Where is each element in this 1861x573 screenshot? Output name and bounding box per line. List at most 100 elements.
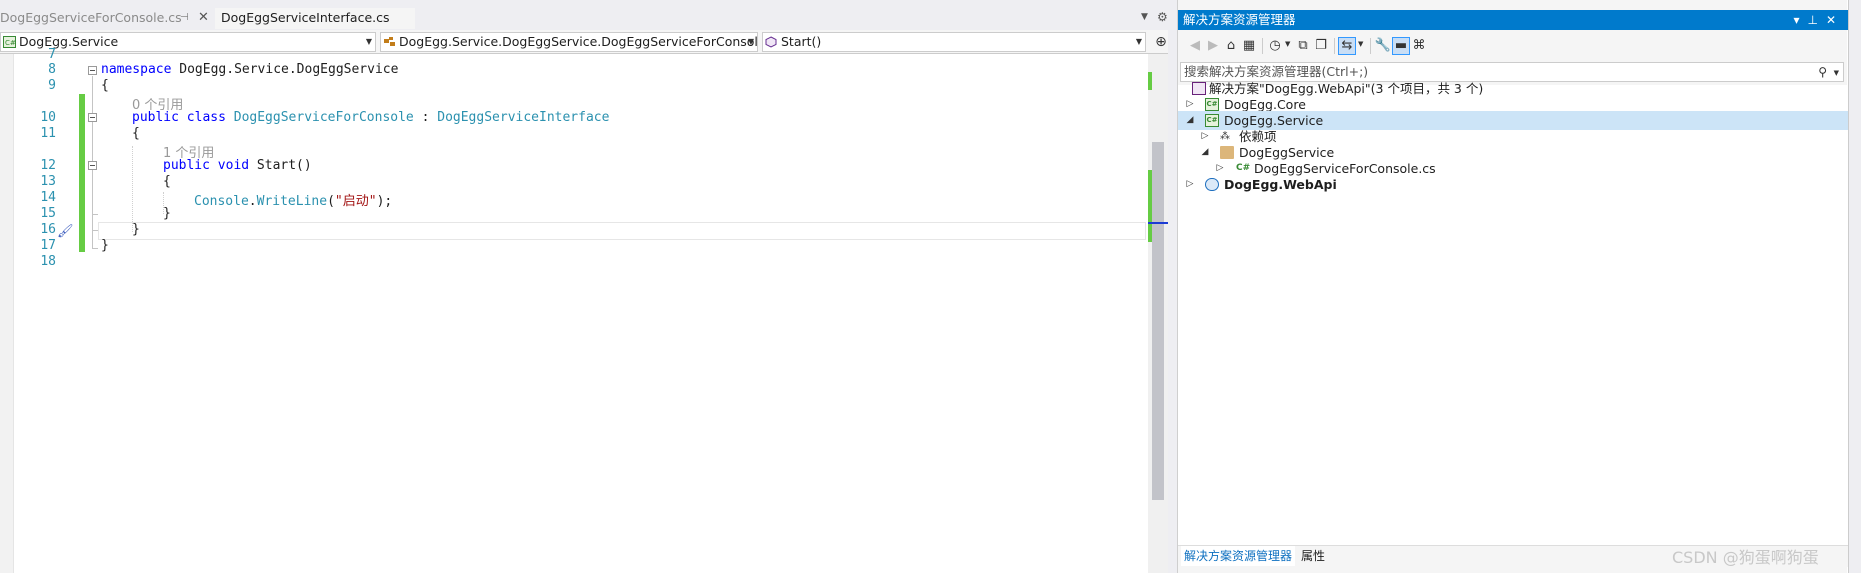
solution-tree: 解决方案"DogEgg.WebApi"(3 个项目，共 3 个) ▷ C# Do… [1178, 81, 1848, 545]
change-indicator-bar [79, 174, 85, 252]
show-all-files-icon[interactable]: ❐ [1312, 37, 1330, 55]
csharp-file-icon: C# [1236, 163, 1251, 173]
line-number: 8 [48, 62, 56, 77]
back-icon[interactable]: ◀ [1186, 37, 1204, 55]
dot: . [248, 194, 257, 209]
method-name: Start() [249, 158, 312, 173]
code-area[interactable]: 7 8 9 10 11 12 13 14 15 16 17 18 🖌 names… [0, 47, 1150, 573]
code-line-17: } [101, 238, 109, 253]
chevron-down-icon[interactable]: ▼ [1285, 40, 1290, 48]
code-editor: DogEggServiceForConsole.cs ⊣ ✕ DogEggSer… [0, 0, 1176, 573]
glyph-margin [0, 54, 14, 573]
line-number: 7 [48, 47, 56, 62]
web-project-icon [1205, 178, 1219, 191]
interface-name: DogEggServiceInterface [437, 110, 610, 125]
collapse-toggle-icon[interactable] [88, 66, 97, 75]
chevron-down-icon: ▼ [1135, 37, 1142, 46]
paren: ( [327, 194, 335, 209]
solution-explorer-title-bar: 解决方案资源管理器 ▾⊥✕ [1178, 10, 1848, 30]
project-dropdown[interactable]: C# DogEgg.Service ▼ [0, 32, 376, 52]
code-line-10: public class DogEggServiceForConsole : D… [132, 110, 609, 125]
code-line-12: public void Start() [163, 158, 312, 173]
chevron-down-icon: ▼ [747, 37, 754, 46]
home-icon[interactable]: ⌂ [1222, 37, 1240, 55]
svg-text:C#: C# [5, 39, 16, 47]
solution-icon [1192, 82, 1206, 95]
pending-changes-filter-icon[interactable]: ◷ [1266, 37, 1284, 55]
quick-actions-brush-icon[interactable]: 🖌 [57, 224, 74, 239]
current-line-highlight [98, 222, 1146, 240]
indent-guide [132, 146, 133, 232]
tab-label: DogEggServiceInterface.cs [221, 10, 390, 25]
code-line-14: Console.WriteLine("启动"); [194, 190, 392, 209]
tab-solution-explorer[interactable]: 解决方案资源管理器 [1181, 546, 1296, 566]
type-dropdown[interactable]: DogEgg.Service.DogEggService.DogEggServi… [380, 32, 758, 52]
properties-wrench-icon[interactable]: 🔧 [1374, 37, 1392, 55]
dependencies-icon: ⁂ [1220, 131, 1230, 142]
gear-icon[interactable]: ⚙ [1157, 10, 1168, 24]
sync-with-active-document-icon[interactable]: ⇆ [1338, 37, 1356, 55]
scrollbar-thumb[interactable] [1152, 142, 1164, 500]
fold-guide-end [92, 248, 98, 249]
tab-dogeggserviceforconsole[interactable]: DogEggServiceForConsole.cs ⊣ ✕ [0, 8, 210, 29]
paren: ); [376, 194, 393, 209]
code-line-8: namespace DogEgg.Service.DogEggService [101, 62, 398, 77]
change-indicator-bar [79, 94, 85, 174]
type-name: DogEgg.Service.DogEggService.DogEggServi… [399, 34, 758, 49]
collapse-all-icon[interactable]: ⧉ [1294, 37, 1312, 55]
line-number: 17 [40, 238, 56, 253]
chevron-down-icon[interactable]: ▼ [1358, 40, 1363, 48]
line-number: 14 [40, 190, 56, 205]
switch-views-icon[interactable]: ▦ [1240, 37, 1258, 55]
class-view-icon[interactable]: ⌘ [1410, 37, 1428, 55]
tree-node-dogegg-webapi[interactable]: ▷ DogEgg.WebApi [1178, 175, 1848, 194]
window-position-dropdown-icon[interactable]: ▾ [1793, 13, 1807, 27]
right-tool-strip [1848, 0, 1861, 573]
line-number: 15 [40, 206, 56, 221]
search-placeholder: 搜索解决方案资源管理器(Ctrl+;) [1184, 64, 1369, 79]
vertical-scrollbar[interactable] [1148, 54, 1172, 573]
pin-icon[interactable]: ⊥ [1807, 13, 1825, 27]
collapse-toggle-icon[interactable] [88, 113, 97, 122]
preview-selected-items-icon[interactable]: ▬ [1392, 37, 1410, 55]
solution-explorer: 解决方案资源管理器 ▾⊥✕ ◀ ▶ ⌂ ▦ ◷ ▼ ⧉ ❐ ⇆ ▼ 🔧 ▬ ⌘ … [1177, 0, 1848, 573]
string-literal: "启动" [334, 194, 377, 209]
expand-arrow-icon[interactable]: ▷ [1185, 175, 1195, 194]
method-icon [765, 36, 777, 48]
tab-dogeggserviceinterface[interactable]: DogEggServiceInterface.cs [215, 8, 415, 29]
document-tab-bar: DogEggServiceForConsole.cs ⊣ ✕ DogEggSer… [0, 0, 1176, 30]
keyword: namespace [101, 62, 172, 77]
namespace-name: DogEgg.Service.DogEggService [171, 62, 399, 77]
collapse-toggle-icon[interactable] [88, 161, 97, 170]
code-line-13: { [163, 174, 171, 189]
class-icon [384, 37, 395, 46]
line-number: 10 [40, 110, 56, 125]
close-icon[interactable]: ✕ [198, 8, 209, 28]
keyword: public void [163, 158, 250, 173]
close-icon[interactable]: ✕ [1826, 13, 1844, 27]
panel-title: 解决方案资源管理器 [1183, 12, 1296, 27]
tab-label: DogEggServiceForConsole.cs [0, 10, 182, 25]
type-name: Console [194, 194, 249, 209]
tab-list-dropdown-icon[interactable]: ▼ [1141, 12, 1148, 22]
csharp-project-icon: C# [1205, 98, 1219, 111]
forward-icon[interactable]: ▶ [1204, 37, 1222, 55]
pin-icon[interactable]: ⊣ [180, 8, 189, 28]
watermark: CSDN @狗蛋啊狗蛋 [1672, 548, 1819, 567]
line-number: 13 [40, 174, 56, 189]
folder-icon [1220, 146, 1234, 159]
tree-node-label: DogEgg.WebApi [1224, 177, 1337, 192]
member-dropdown[interactable]: Start() ▼ [762, 32, 1146, 52]
solution-explorer-toolbar: ◀ ▶ ⌂ ▦ ◷ ▼ ⧉ ❐ ⇆ ▼ 🔧 ▬ ⌘ [1178, 32, 1848, 60]
keyword: public class [132, 110, 226, 125]
tab-properties[interactable]: 属性 [1298, 546, 1328, 566]
code-line-11: { [132, 126, 140, 141]
csharp-project-icon: C# [1205, 114, 1219, 127]
fold-guide-end [92, 214, 98, 215]
line-number: 11 [40, 126, 56, 141]
line-number: 16 [40, 222, 56, 237]
code-line-16: } [132, 222, 140, 237]
member-name: Start() [781, 34, 822, 49]
code-line-15: } [163, 206, 171, 221]
line-number: 9 [48, 78, 56, 93]
